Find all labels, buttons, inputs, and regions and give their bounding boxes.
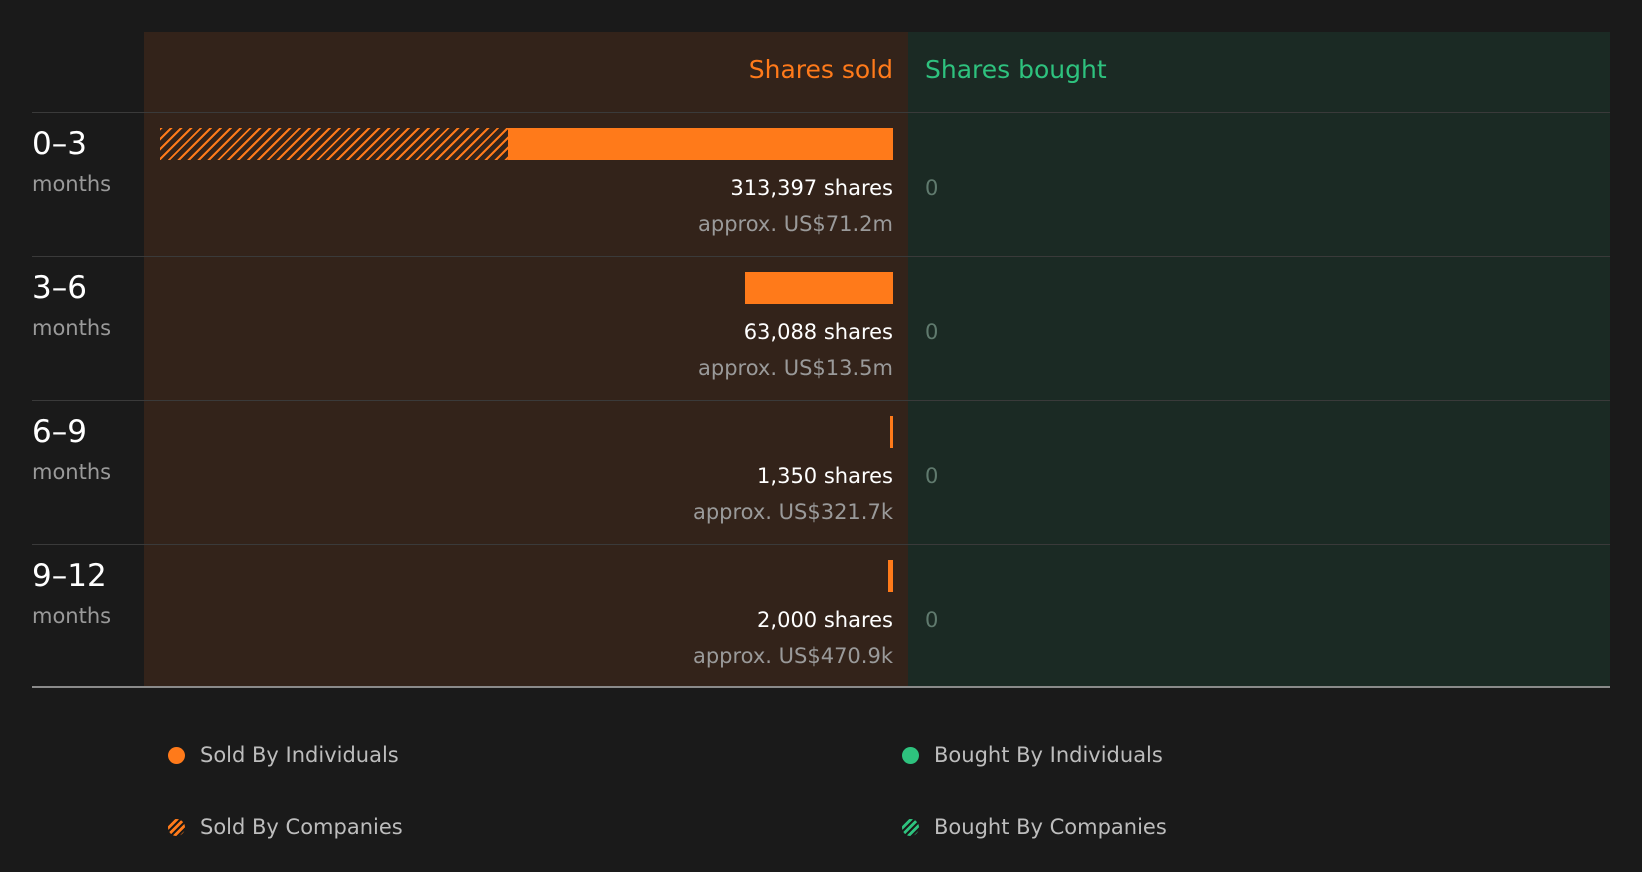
sold-shares-total: 1,350 shares: [757, 464, 893, 488]
sold-by-individuals-bar: [745, 272, 893, 304]
sold-shares-total: 2,000 shares: [757, 608, 893, 632]
legend-sold-by-individuals: Sold By Individuals: [168, 743, 399, 767]
row-0-3-months: 0–3 months 313,397 shares approx. US$71.…: [0, 114, 1642, 258]
bought-shares-total: 0: [925, 608, 939, 632]
row-6-9-months: 6–9 months 1,350 shares approx. US$321.7…: [0, 402, 1642, 546]
legend-bought-by-companies: Bought By Companies: [902, 815, 1167, 839]
bought-shares-total: 0: [925, 464, 939, 488]
legend-solid-dot-icon: [168, 746, 185, 764]
legend-bought-by-individuals: Bought By Individuals: [902, 743, 1163, 767]
period-unit: months: [32, 460, 112, 484]
sold-value-approx: approx. US$321.7k: [692, 500, 893, 524]
sold-bar-area: [160, 272, 893, 304]
period-label: 6–9: [32, 414, 87, 450]
legend-label: Bought By Companies: [934, 815, 1167, 839]
sold-by-individuals-bar: [507, 128, 893, 160]
sold-bar-area: [160, 128, 893, 160]
period-label: 0–3: [32, 126, 87, 162]
legend-hatched-dot-icon: [168, 818, 185, 836]
row-3-6-months: 3–6 months 63,088 shares approx. US$13.5…: [0, 258, 1642, 402]
sold-bar-area: [160, 416, 893, 448]
legend-solid-dot-icon: [902, 746, 919, 764]
period-label: 9–12: [32, 558, 107, 594]
row-divider: [32, 112, 1610, 113]
legend-label: Bought By Individuals: [934, 743, 1163, 767]
period-label: 3–6: [32, 270, 87, 306]
sold-shares-total: 63,088 shares: [743, 320, 893, 344]
sold-by-companies-bar: [160, 128, 508, 160]
row-9-12-months: 9–12 months 2,000 shares approx. US$470.…: [0, 546, 1642, 690]
sold-value-approx: approx. US$470.9k: [692, 644, 893, 668]
shares-sold-header: Shares sold: [748, 55, 893, 84]
legend-hatched-dot-icon: [902, 818, 919, 836]
bought-shares-total: 0: [925, 176, 939, 200]
sold-shares-total: 313,397 shares: [730, 176, 893, 200]
legend-label: Sold By Individuals: [200, 743, 399, 767]
sold-bar-area: [160, 560, 893, 592]
period-unit: months: [32, 604, 112, 628]
bought-shares-total: 0: [925, 320, 939, 344]
legend-sold-by-companies: Sold By Companies: [168, 815, 403, 839]
sold-by-individuals-bar: [888, 560, 893, 592]
period-unit: months: [32, 316, 112, 340]
sold-value-approx: approx. US$71.2m: [698, 212, 893, 236]
legend-label: Sold By Companies: [200, 815, 403, 839]
sold-value-approx: approx. US$13.5m: [698, 356, 893, 380]
sold-by-individuals-bar: [889, 416, 893, 448]
period-unit: months: [32, 172, 112, 196]
shares-bought-header: Shares bought: [925, 55, 1107, 84]
